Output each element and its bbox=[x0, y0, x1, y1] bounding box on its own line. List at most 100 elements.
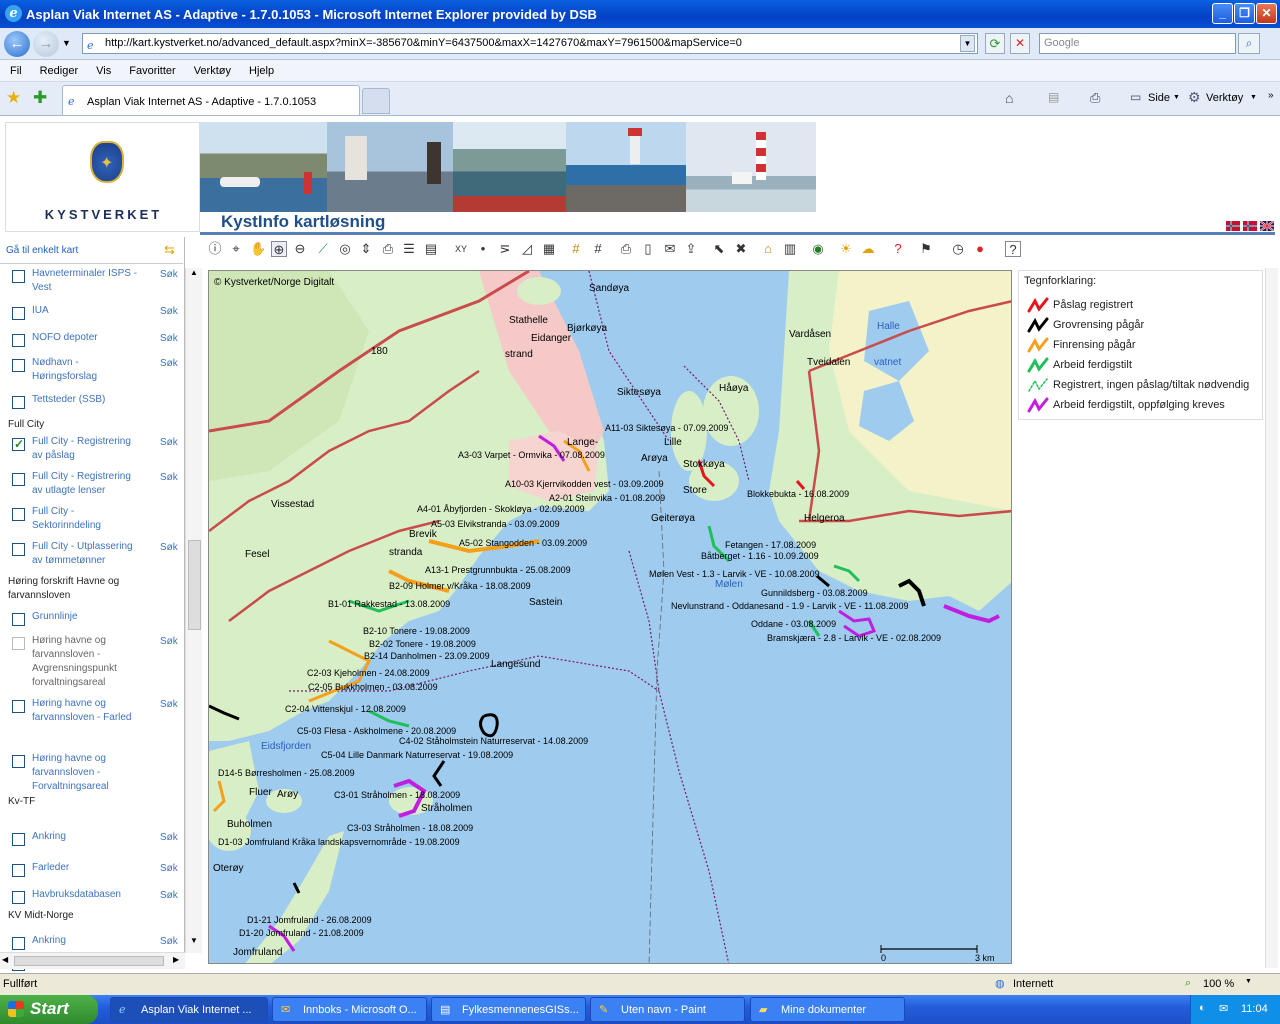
scroll-right-icon[interactable]: ▶ bbox=[173, 955, 179, 964]
layer-label[interactable]: Grunnlinje bbox=[32, 610, 142, 624]
spill-annotation-label[interactable]: C4-02 Ståholmstein Naturreservat - 14.08… bbox=[399, 736, 588, 746]
layer-label[interactable]: Høring havne og farvannsloven - Farled bbox=[32, 697, 142, 725]
spill-annotation-label[interactable]: Gunnildsberg - 03.08.2009 bbox=[761, 588, 868, 598]
info-icon[interactable]: ⓘ bbox=[207, 241, 223, 257]
layer-label[interactable]: Full City - Sektorinndeling bbox=[32, 505, 142, 533]
spill-annotation-label[interactable]: Fetangen - 17.08.2009 bbox=[725, 540, 816, 550]
tray-icon-2[interactable]: ✉ bbox=[1219, 1002, 1228, 1015]
page-menu-label[interactable]: Side bbox=[1148, 92, 1170, 104]
layer-search-link[interactable]: Søk bbox=[160, 437, 178, 448]
layer-search-link[interactable]: Søk bbox=[160, 542, 178, 553]
layer-checkbox[interactable] bbox=[12, 437, 25, 451]
task-ie[interactable]: e Asplan Viak Internet ... bbox=[110, 997, 268, 1022]
target-icon[interactable]: ◎ bbox=[337, 241, 353, 257]
timer-icon[interactable]: ◷ bbox=[950, 241, 966, 257]
tab-active[interactable]: e Asplan Viak Internet AS - Adaptive - 1… bbox=[62, 85, 360, 115]
page-menu-icon[interactable]: ▭ bbox=[1130, 90, 1141, 104]
search-input[interactable]: Google bbox=[1039, 33, 1236, 54]
spill-annotation-label[interactable]: A10-03 Kjerrvikodden vest - 03.09.2009 bbox=[505, 479, 664, 489]
address-input[interactable]: e http://kart.kystverket.no/advanced_def… bbox=[82, 33, 978, 54]
spill-annotation-label[interactable]: C3-03 Stråholmen - 18.08.2009 bbox=[347, 823, 473, 833]
book-icon[interactable]: ▥ bbox=[782, 241, 798, 257]
spill-annotation-label[interactable]: D1-21 Jomfruland - 26.08.2009 bbox=[247, 915, 372, 925]
layer-label[interactable]: Full City - Registrering av utlagte lens… bbox=[32, 470, 142, 498]
layer-label[interactable]: Full City - Utplassering av tømmetønner bbox=[32, 540, 142, 568]
spill-annotation-label[interactable]: C5-03 Flesa - Askholmene - 20.08.2009 bbox=[297, 726, 456, 736]
task-documents[interactable]: ▰ Mine dokumenter bbox=[750, 997, 905, 1022]
spill-annotation-label[interactable]: A4-01 Åbyfjorden - Skokløya - 02.09.2009 bbox=[417, 504, 585, 514]
layer-checkbox[interactable] bbox=[12, 508, 25, 521]
spill-annotation-label[interactable]: D1-20 Jomfruland - 21.08.2009 bbox=[239, 928, 364, 938]
feeds-icon[interactable]: ▤ bbox=[1048, 90, 1059, 104]
layer-checkbox[interactable] bbox=[12, 307, 25, 320]
minimize-button[interactable]: _ bbox=[1212, 3, 1233, 24]
email-icon[interactable]: ✉ bbox=[662, 241, 678, 257]
spill-annotation-label[interactable]: Båtberget - 1.16 - 10.09.2009 bbox=[701, 551, 819, 561]
menu-tools[interactable]: Verktøy bbox=[194, 65, 231, 77]
help-doc-icon[interactable]: ? bbox=[890, 241, 906, 257]
layer-checkbox[interactable] bbox=[12, 891, 25, 904]
window-title-bar[interactable]: e Asplan Viak Internet AS - Adaptive - 1… bbox=[0, 0, 1280, 28]
layer-search-link[interactable]: Søk bbox=[160, 832, 178, 843]
spill-annotation-label[interactable]: Nevlunstrand - Oddanesand - 1.9 - Larvik… bbox=[671, 601, 908, 611]
grid-icon[interactable]: # bbox=[568, 241, 584, 257]
polygon-icon[interactable]: ◿ bbox=[519, 241, 535, 257]
layer-checkbox[interactable] bbox=[12, 270, 25, 283]
spill-annotation-label[interactable]: Oddane - 03.08.2009 bbox=[751, 619, 836, 629]
new-tab-button[interactable] bbox=[362, 88, 390, 114]
add-favorite-icon[interactable]: ✚ bbox=[33, 88, 47, 108]
spill-annotation-label[interactable]: Mølen Vest - 1.3 - Larvik - VE - 10.08.2… bbox=[649, 569, 820, 579]
spill-annotation-label[interactable]: A2-01 Steinvika - 01.08.2009 bbox=[549, 493, 665, 503]
list-icon[interactable]: ▤ bbox=[423, 241, 439, 257]
back-button[interactable]: ← bbox=[4, 31, 30, 57]
menu-help[interactable]: Hjelp bbox=[249, 65, 274, 77]
spill-annotation-label[interactable]: D14-5 Børresholmen - 25.08.2009 bbox=[218, 768, 355, 778]
zoom-in-icon[interactable]: ⊕ bbox=[271, 241, 287, 257]
close-button[interactable]: ✕ bbox=[1256, 3, 1277, 24]
layer-checkbox[interactable] bbox=[12, 864, 25, 877]
layer-checkbox[interactable] bbox=[12, 700, 25, 713]
print-icon[interactable]: ⎙ bbox=[1090, 90, 1100, 106]
hscroll-thumb[interactable] bbox=[14, 956, 164, 966]
printer-icon[interactable]: ⎙ bbox=[618, 241, 634, 257]
point-icon[interactable]: • bbox=[475, 241, 491, 257]
spill-annotation-label[interactable]: C2-05 Bukkholmen - 03.08.2009 bbox=[308, 682, 438, 692]
layer-label[interactable]: Havbruksdatabasen bbox=[32, 888, 142, 902]
document-icon[interactable]: ▯ bbox=[640, 241, 656, 257]
select-icon[interactable]: ⬉ bbox=[711, 241, 727, 257]
zoom-icon[interactable]: ⌕ bbox=[1185, 977, 1191, 990]
spill-annotation-label[interactable]: Blokkebukta - 16.08.2009 bbox=[747, 489, 849, 499]
norway-flag-2-icon[interactable] bbox=[1243, 221, 1257, 231]
forward-button[interactable]: → bbox=[33, 31, 59, 57]
layer-search-link[interactable]: Søk bbox=[160, 699, 178, 710]
spill-annotation-label[interactable]: A5-02 Stangodden - 03.09.2009 bbox=[459, 538, 587, 548]
scroll-down-icon[interactable]: ▼ bbox=[188, 936, 200, 952]
spill-annotation-label[interactable]: B2-02 Tonere - 19.08.2009 bbox=[369, 639, 476, 649]
home-icon[interactable]: ⌂ bbox=[1005, 90, 1013, 106]
layer-checkbox[interactable] bbox=[12, 396, 25, 409]
spill-annotation-label[interactable]: C2-04 Vittenskjul - 12.08.2009 bbox=[285, 704, 406, 714]
page-vscrollbar[interactable] bbox=[1265, 268, 1278, 968]
refresh-icon[interactable]: ⟳ bbox=[985, 33, 1005, 54]
uk-flag-icon[interactable] bbox=[1260, 221, 1274, 231]
line-icon[interactable]: ⋝ bbox=[497, 241, 513, 257]
search-icon[interactable]: ⌕ bbox=[1238, 33, 1260, 54]
spill-annotation-label[interactable]: B2-10 Tonere - 19.08.2009 bbox=[363, 626, 470, 636]
menu-file[interactable]: Fil bbox=[10, 65, 22, 77]
layer-checkbox[interactable] bbox=[12, 613, 25, 626]
swap-map-icon[interactable]: ⇆ bbox=[164, 242, 175, 258]
history-dropdown-icon[interactable]: ▼ bbox=[62, 38, 71, 48]
binoculars-icon[interactable]: ⌖ bbox=[228, 241, 244, 257]
spill-annotation-label[interactable]: B2-14 Danholmen - 23.09.2009 bbox=[364, 651, 490, 661]
scroll-thumb[interactable] bbox=[188, 540, 201, 630]
menu-edit[interactable]: Rediger bbox=[40, 65, 79, 77]
layer-label[interactable]: Havneterminaler ISPS - Vest bbox=[32, 267, 142, 295]
layer-search-link[interactable]: Søk bbox=[160, 890, 178, 901]
layer-label[interactable]: Farleder bbox=[32, 861, 142, 875]
chevron-more-icon[interactable]: » bbox=[1268, 90, 1274, 101]
layer-panel-hscrollbar[interactable]: ◀ ▶ bbox=[0, 952, 185, 969]
task-gis[interactable]: ▤ FylkesmennenesGISs... bbox=[431, 997, 586, 1022]
layer-search-link[interactable]: Søk bbox=[160, 306, 178, 317]
pan-hand-icon[interactable]: ✋ bbox=[250, 241, 266, 257]
layer-search-link[interactable]: Søk bbox=[160, 358, 178, 369]
